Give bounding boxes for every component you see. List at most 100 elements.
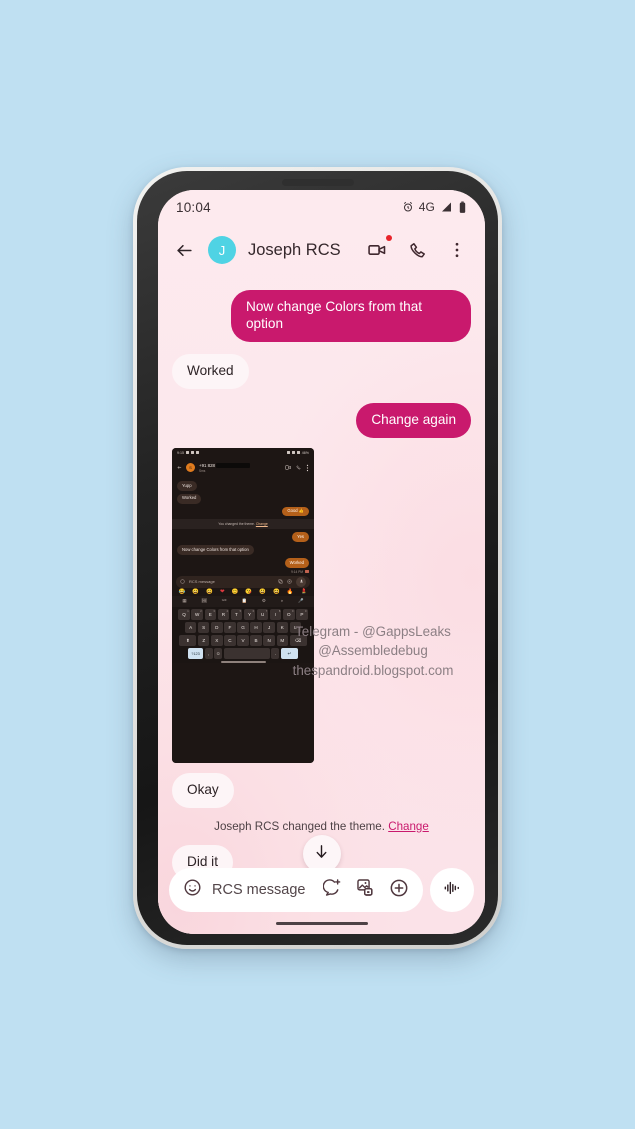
attachment-keyboard: Q1W2E3R4T5Y6U7I8O9P0 ASDFGHJKL ⬆ Z X C V B N M ⌫… [172,607,314,663]
mic-icon: 🎤 [298,598,304,604]
period-key: . [271,648,280,660]
gif-icon: GIF [221,598,227,603]
attachment-avatar-initial: S [189,465,192,471]
attachment-bubble: Worked [177,493,202,504]
plus-circle-icon[interactable] [389,878,409,903]
key: O9 [283,609,295,621]
voice-record-button[interactable] [430,868,474,912]
attachment-message-row: Now change Colors from that option [177,545,309,555]
attachment-system-action: Change [255,522,268,527]
arrow-down-icon [313,843,330,865]
image-attachment-screenshot[interactable]: 9:15 46% S +91 828 Sms Yupp Worked Good … [172,447,314,763]
attachment-status-bar: 9:15 46% [172,448,314,458]
attachment-bubble: Worked [284,557,309,568]
key: U7 [256,609,269,621]
app-bar-actions [363,235,471,264]
key: G [237,622,249,634]
symbols-key: ?123 [188,648,204,660]
key: Y6 [243,609,256,621]
key: V [237,635,249,647]
sticker-add-icon[interactable] [322,878,342,902]
gallery-image-icon[interactable] [356,878,375,902]
attachment-contact-sub: Sms [199,468,206,473]
three-dot-menu-icon[interactable] [443,236,471,264]
status-bar: 10:04 4G [158,190,485,224]
android-nav-pill[interactable] [275,921,368,925]
cloud-icon [196,451,199,455]
back-arrow-icon[interactable] [170,236,198,264]
composer-tool-group [322,878,409,903]
key: X [211,635,223,647]
attachment-app-bar-actions [285,464,309,472]
key: P0 [296,609,308,621]
message-row: Now change Colors from that option [158,290,485,342]
phone-bezel: 10:04 4G J Joseph RCS Now change Colors … [137,171,498,945]
rcs-message-input[interactable]: RCS message [169,868,423,912]
attachment-bubble: Now change Colors from that option [177,545,254,555]
mute-icon [186,451,189,455]
earpiece-speaker [281,179,354,186]
attachment-time-text: 9:14 PM [291,569,303,574]
attachment-bubble: Good 👍 [282,506,309,517]
contact-avatar[interactable]: J [208,236,236,264]
attachment-mic-button [296,576,306,587]
network-type-label: 4G [418,200,435,214]
key: C [224,635,236,647]
key: Z [197,635,210,647]
attachment-composer-placeholder: RCS message [189,579,215,585]
shift-key: ⬆ [179,635,197,647]
key: F [224,622,236,634]
phone-handset-icon[interactable] [403,236,431,264]
message-bubble-sent[interactable]: Now change Colors from that option [231,290,471,342]
status-icon-group: 4G [402,200,467,214]
system-notice-text: Joseph RCS changed the theme. [214,819,385,833]
change-theme-link[interactable]: Change [388,820,429,833]
composer-placeholder[interactable]: RCS message [212,882,313,898]
keyboard-row-1: Q1W2E3R4T5Y6U7I8O9P0 [174,609,312,621]
conversation-app-bar: J Joseph RCS [158,224,485,276]
attachment-back-icon [177,465,182,471]
sticker-icon: 🖼 [201,598,207,604]
video-camera-icon[interactable] [363,235,392,264]
wifi-icon [291,451,295,455]
attachment-system-event: You changed the theme. Change [172,519,314,530]
attachment-message-row: Good 👍 [177,506,309,517]
contact-name-title[interactable]: Joseph RCS [248,241,363,260]
app-icon [191,451,194,455]
phone-device-frame: 10:04 4G J Joseph RCS Now change Colors … [133,167,502,949]
screenshot-canvas: 10:04 4G J Joseph RCS Now change Colors … [0,0,635,1129]
message-bubble-received[interactable]: Worked [172,353,249,389]
avatar-initial: J [218,242,226,258]
message-bubble-sent[interactable]: Change again [356,402,471,438]
alarm-clock-icon [402,201,414,213]
attachment-battery: 46% [301,450,309,455]
key: T5 [230,609,243,621]
vpn-icon [286,451,290,455]
settings-icon: ⚙ [261,598,266,604]
key: M [276,635,289,647]
keyboard-row-2: ASDFGHJKL [174,622,312,634]
attachment-status-time: 9:15 [177,450,184,455]
key: N [263,635,275,647]
attachment-system-text: You changed the theme. [218,522,255,527]
enter-key: ↵ [280,648,298,660]
attachment-bubble: Yes [292,532,309,543]
voice-waveform-icon [441,878,463,903]
attachment-message-row: Yes [177,532,309,543]
attachment-message-row: Worked [177,557,309,568]
emoji-smiley-icon[interactable] [183,878,202,902]
attachment-timestamp: 9:14 PM [177,570,309,574]
key: H [250,622,262,634]
phone-screen: 10:04 4G J Joseph RCS Now change Colors … [158,190,485,934]
message-row: Worked [158,353,485,389]
red-dot-badge [386,235,392,241]
key: A [184,622,197,634]
key: S [197,622,210,634]
message-bubble-received[interactable]: Okay [172,772,234,808]
attachment-emoji-suggestions: 😂 😀 😄 ❤ 😊 😘 😃 😆 🔥 💄 [178,588,308,595]
attachment-thread: Yupp Worked Good 👍 You changed the theme… [172,478,314,574]
status-time: 10:04 [176,199,211,215]
signal-icon [296,451,300,455]
emoji-key: ☺ [214,648,223,660]
key: D [211,622,223,634]
